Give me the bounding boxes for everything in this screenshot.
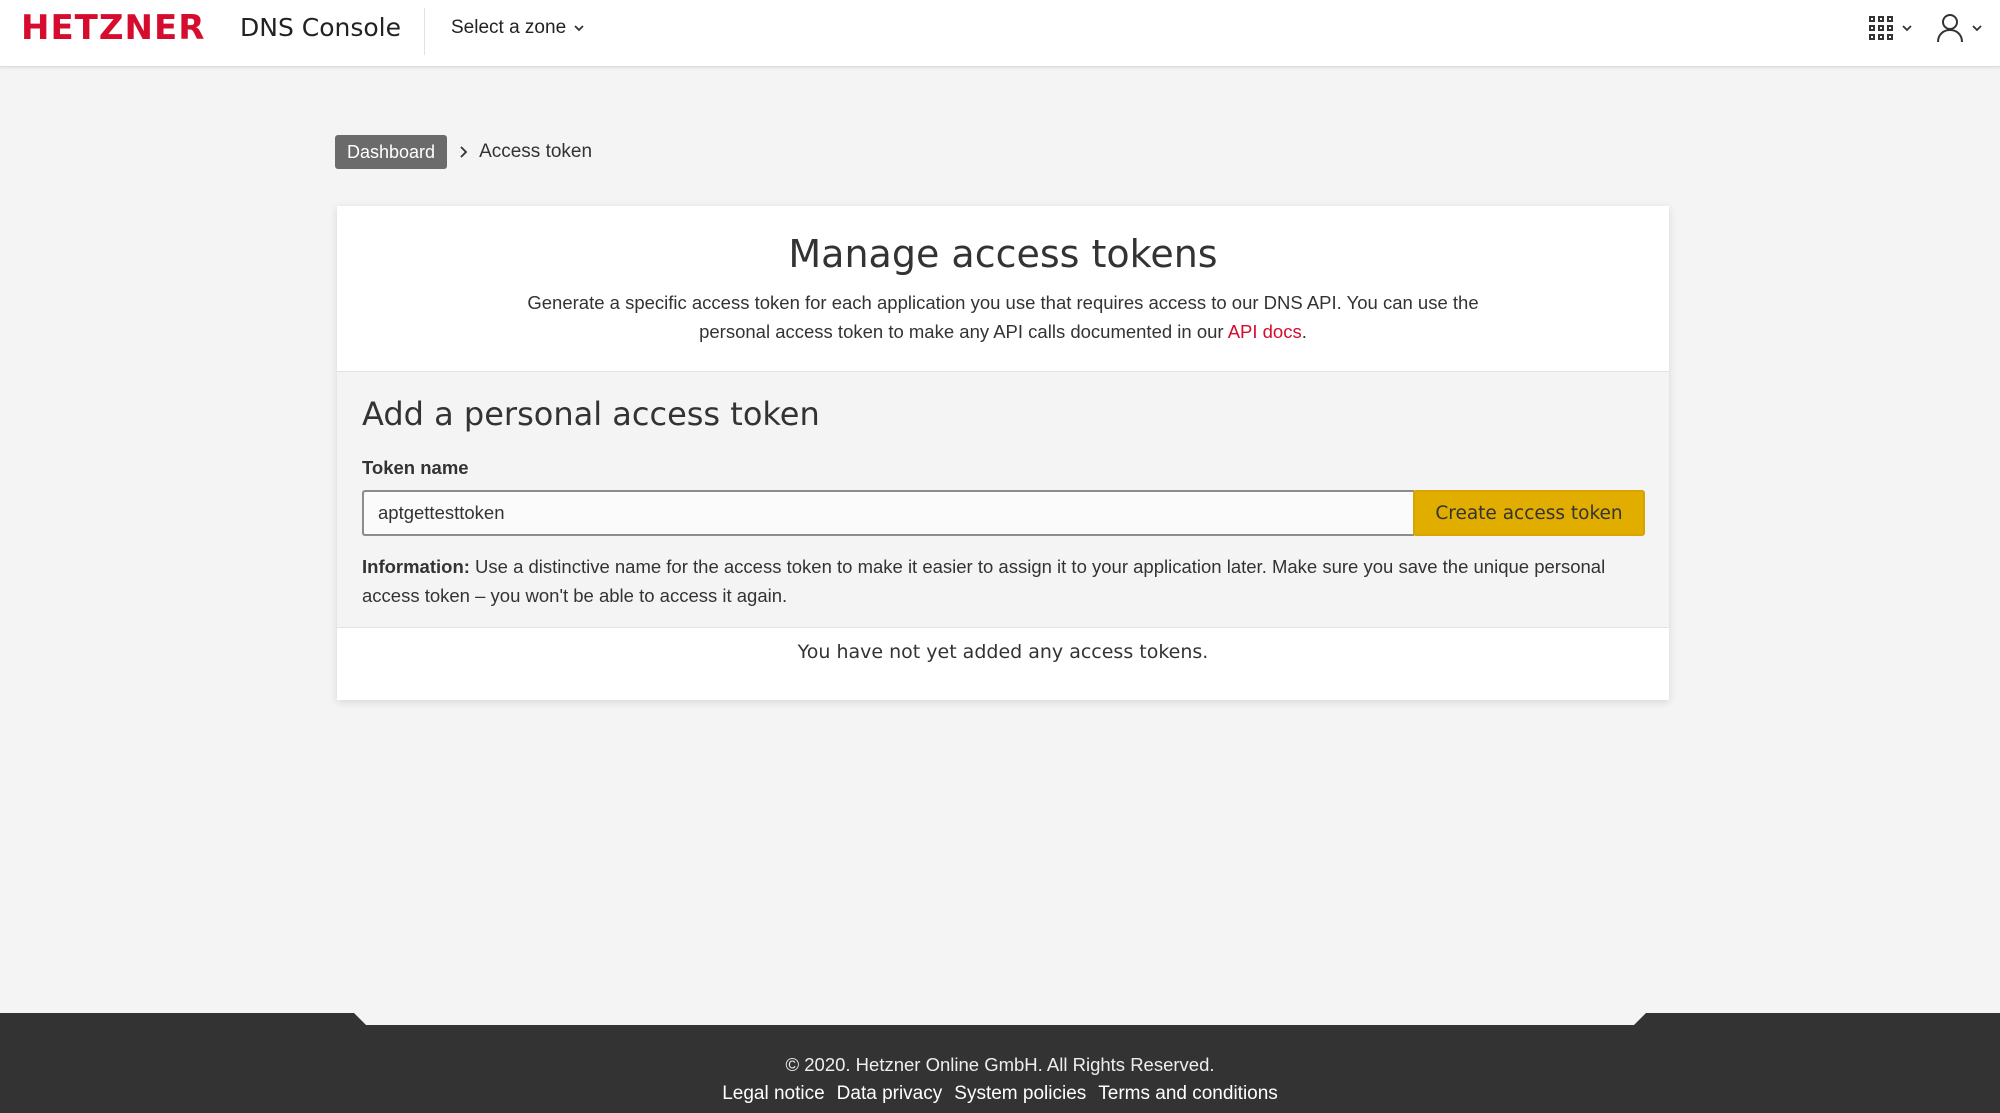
grid-apps-icon — [1869, 16, 1893, 40]
chevron-down-icon — [1972, 25, 1982, 32]
header-actions — [1868, 12, 1984, 44]
user-icon — [1937, 14, 1963, 43]
description-text: Generate a specific access token for eac… — [527, 292, 1479, 342]
description-suffix: . — [1301, 321, 1307, 342]
chevron-down-icon — [1902, 25, 1912, 32]
footer-copyright: © 2020. Hetzner Online GmbH. All Rights … — [785, 1054, 1215, 1075]
footer: © 2020. Hetzner Online GmbH. All Rights … — [0, 1013, 2000, 1113]
zone-select-dropdown[interactable]: Select a zone — [451, 14, 586, 42]
token-name-label: Token name — [362, 457, 469, 478]
hetzner-logo[interactable]: HETZNER — [21, 10, 205, 46]
apps-menu-button[interactable] — [1868, 15, 1914, 41]
footer-link-terms[interactable]: Terms and conditions — [1098, 1082, 1278, 1106]
user-menu-button[interactable] — [1936, 13, 1984, 43]
breadcrumb: Dashboard Access token — [335, 135, 592, 169]
footer-notch — [354, 1013, 1646, 1025]
footer-link-legal-notice[interactable]: Legal notice — [722, 1082, 824, 1106]
create-access-token-button[interactable]: Create access token — [1413, 490, 1645, 536]
add-token-form: Add a personal access token Token name C… — [337, 372, 1669, 628]
card-header: Manage access tokens Generate a specific… — [337, 206, 1669, 372]
information-label: Information: — [362, 556, 470, 577]
footer-link-data-privacy[interactable]: Data privacy — [837, 1082, 943, 1106]
access-tokens-card: Manage access tokens Generate a specific… — [337, 206, 1669, 700]
footer-links: Legal notice Data privacy System policie… — [0, 1082, 2000, 1106]
breadcrumb-current: Access token — [479, 141, 593, 162]
page-description: Generate a specific access token for eac… — [503, 288, 1503, 346]
breadcrumb-dashboard-link[interactable]: Dashboard — [335, 135, 448, 169]
api-docs-link[interactable]: API docs — [1228, 321, 1302, 342]
page-title: Manage access tokens — [788, 232, 1218, 276]
information-text: Information: Use a distinctive name for … — [362, 552, 1632, 610]
header-divider — [424, 8, 425, 55]
token-name-input[interactable] — [362, 490, 1414, 536]
zone-select-label: Select a zone — [451, 17, 567, 38]
chevron-down-icon — [574, 25, 584, 32]
information-body: Use a distinctive name for the access to… — [362, 556, 1606, 606]
chevron-right-icon — [460, 146, 468, 158]
app-name: DNS Console — [240, 13, 402, 42]
footer-link-system-policies[interactable]: System policies — [954, 1082, 1086, 1106]
form-title: Add a personal access token — [362, 395, 820, 433]
top-navigation-bar: HETZNER DNS Console Select a zone — [0, 0, 2000, 67]
empty-state-message: You have not yet added any access tokens… — [797, 641, 1209, 663]
